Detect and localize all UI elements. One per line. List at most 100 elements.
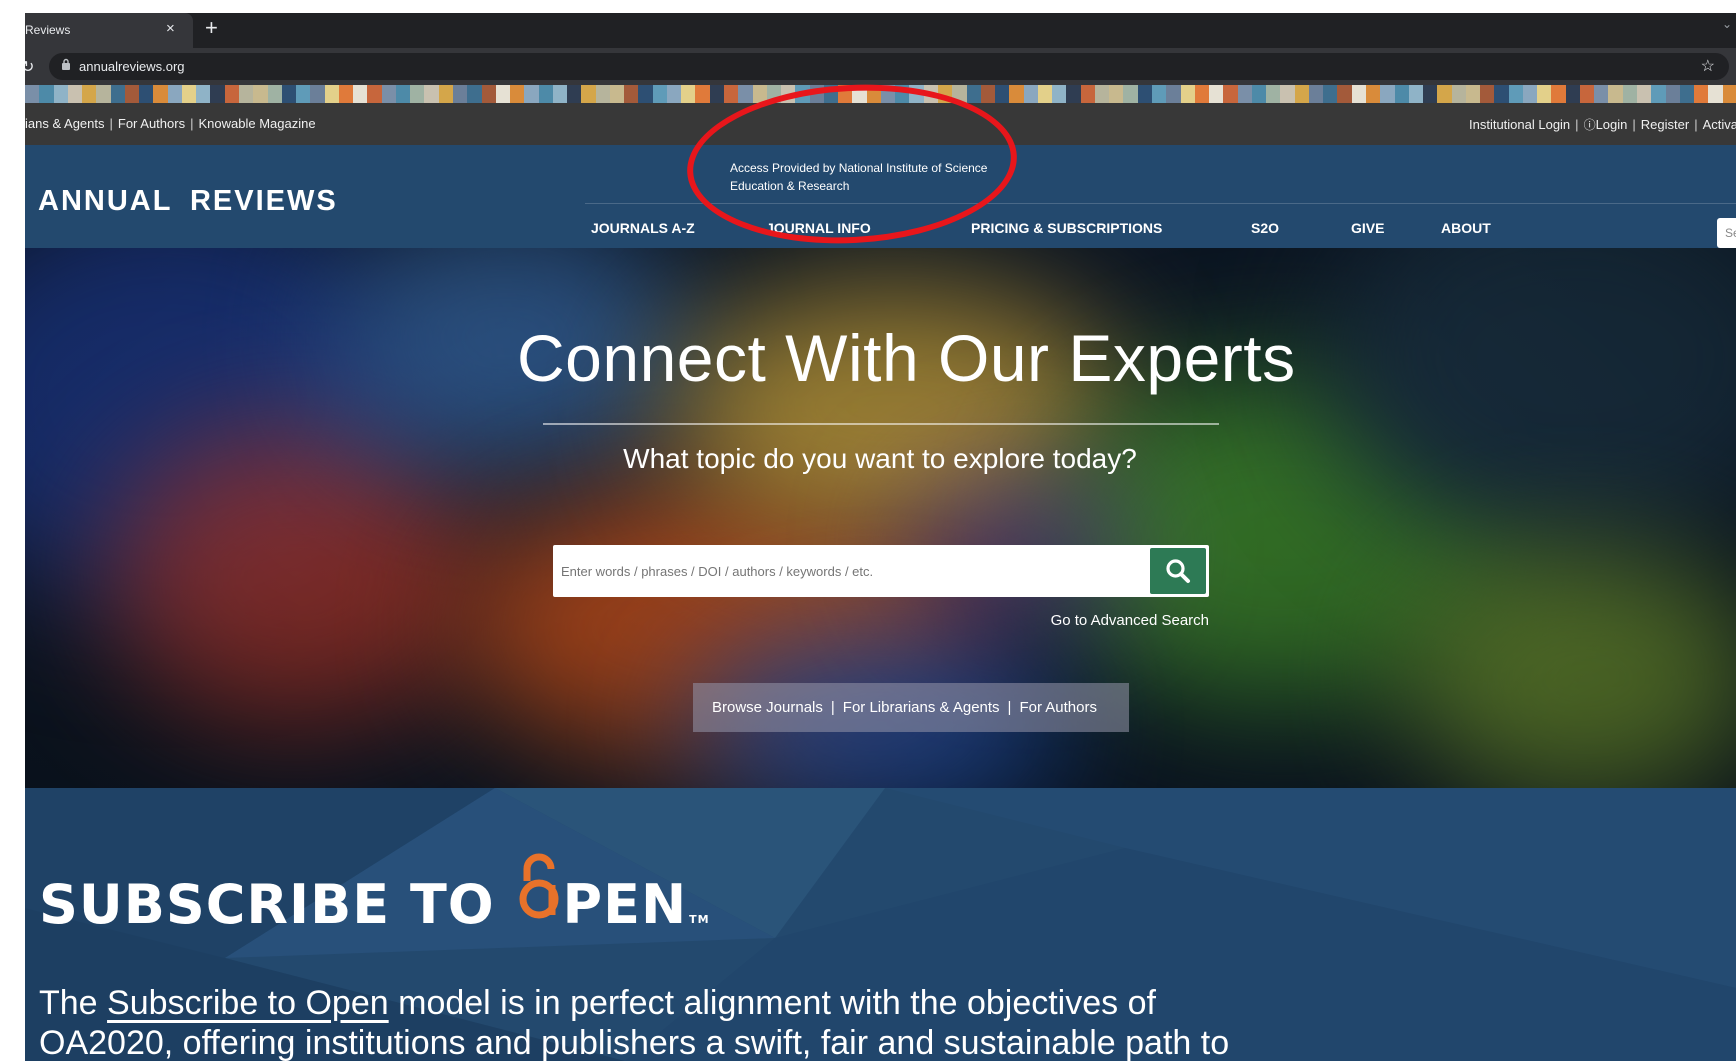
stripe-block <box>1166 85 1181 103</box>
stripe-block <box>1594 85 1609 103</box>
stripe-block <box>1023 85 1038 103</box>
nav-journals-a-z[interactable]: JOURNALS A-Z <box>591 220 695 236</box>
stripe-block <box>1451 85 1466 103</box>
stripe-block <box>1037 85 1053 103</box>
s2o-description: The Subscribe to Open model is in perfec… <box>39 983 1299 1061</box>
stripe-block <box>595 85 610 103</box>
hero-search-input[interactable] <box>561 553 1151 589</box>
stripe-block <box>510 85 525 103</box>
tab-close-icon[interactable]: × <box>166 20 175 37</box>
stripe-block <box>709 85 725 103</box>
reload-icon[interactable]: ↻ <box>25 57 34 77</box>
stripe-block <box>1665 85 1680 103</box>
hero-title-rule <box>543 423 1219 425</box>
stripe-block <box>1337 85 1352 103</box>
stripe-block <box>395 85 411 103</box>
nav-give[interactable]: GIVE <box>1351 220 1384 236</box>
hero-search-button[interactable] <box>1150 548 1206 594</box>
stripe-block <box>224 85 239 103</box>
annual-reviews-logo[interactable]: ANNUAL REVIEWS <box>38 185 338 218</box>
util-link-knowable[interactable]: Knowable Magazine <box>198 116 315 131</box>
register-link[interactable]: Register <box>1641 117 1689 132</box>
s2o-logo-text-left: SUBSCRIBE TO <box>39 873 495 936</box>
nav-pricing-subscriptions[interactable]: PRICING & SUBSCRIPTIONS <box>971 220 1162 236</box>
stripe-block <box>1637 85 1652 103</box>
login-link[interactable]: Login <box>1596 117 1628 132</box>
hero-banner: Connect With Our Experts What topic do y… <box>25 248 1736 788</box>
stripe-block <box>995 85 1010 103</box>
hero-title: Connect With Our Experts <box>517 321 1296 395</box>
address-bar[interactable]: annualreviews.org ☆ <box>49 53 1729 80</box>
institutional-login-link[interactable]: Institutional Login <box>1469 117 1570 132</box>
nav-s2o[interactable]: S2O <box>1251 220 1279 236</box>
stripe-block <box>980 85 996 103</box>
stripe-block <box>467 85 482 103</box>
stripe-block <box>53 85 68 103</box>
stripe-block <box>552 85 568 103</box>
stripe-block <box>638 85 653 103</box>
stripe-block <box>1109 85 1124 103</box>
stripe-block <box>210 85 225 103</box>
librarians-agents-link[interactable]: For Librarians & Agents <box>843 699 1000 716</box>
stripe-block <box>1009 85 1024 103</box>
nav-about[interactable]: ABOUT <box>1441 220 1491 236</box>
util-link-authors[interactable]: For Authors <box>118 116 185 131</box>
stripe-block <box>381 85 396 103</box>
stripe-block <box>181 85 197 103</box>
star-icon[interactable]: ☆ <box>1701 56 1715 76</box>
utility-links-right: Institutional Login | ⓘLogin | Register | Acti… <box>1469 116 1736 133</box>
search-icon <box>1166 559 1190 583</box>
stripe-block <box>1708 85 1723 103</box>
site-search-placeholder: Se <box>1725 226 1736 240</box>
stripe-block <box>666 85 682 103</box>
stripe-block <box>1308 85 1324 103</box>
new-tab-icon[interactable]: + <box>205 17 218 39</box>
site-search-input[interactable]: Se <box>1717 218 1736 248</box>
stripe-block <box>281 85 297 103</box>
stripe-block <box>1508 85 1523 103</box>
subscribe-to-open-link[interactable]: Subscribe to Open <box>107 984 389 1022</box>
stripe-block <box>324 85 339 103</box>
s2o-text-pre: The <box>39 984 108 1022</box>
util-link-librarians[interactable]: ians & Agents <box>25 116 105 131</box>
stripe-block <box>67 85 83 103</box>
stripe-block <box>353 85 368 103</box>
subscribe-to-open-logo[interactable]: SUBSCRIBE TO PEN TM <box>39 853 710 936</box>
activate-link[interactable]: Activa <box>1703 117 1736 132</box>
stripe-block <box>1052 85 1067 103</box>
stripe-block <box>1194 85 1210 103</box>
stripe-block <box>1137 85 1152 103</box>
stripe-block <box>581 85 596 103</box>
stripe-block <box>1080 85 1095 103</box>
lock-icon[interactable] <box>61 58 71 73</box>
url-text[interactable]: annualreviews.org <box>79 59 185 74</box>
advanced-search-link[interactable]: Go to Advanced Search <box>985 612 1209 629</box>
tab-search-chevron-icon[interactable]: ⌄ <box>1722 17 1732 31</box>
stripe-block <box>1423 85 1438 103</box>
separator: | <box>1694 117 1698 132</box>
stripe-block <box>1123 85 1138 103</box>
stripe-block <box>1437 85 1452 103</box>
stripe-block <box>609 85 625 103</box>
stripe-block <box>310 85 325 103</box>
stripe-block <box>338 85 354 103</box>
browser-tab[interactable]: Reviews × <box>25 13 193 48</box>
stripe-block <box>1494 85 1509 103</box>
stripe-block <box>1251 85 1267 103</box>
stripe-block <box>1465 85 1481 103</box>
stripe-block <box>1522 85 1538 103</box>
for-authors-link[interactable]: For Authors <box>1019 699 1097 716</box>
stripe-block <box>681 85 696 103</box>
open-access-lock-icon <box>515 853 563 927</box>
stripe-block <box>1565 85 1580 103</box>
separator: | <box>1007 699 1012 716</box>
stripe-block <box>495 85 511 103</box>
stripe-block <box>367 85 382 103</box>
stripe-block <box>25 85 40 103</box>
utility-links-left: ians & Agents | For Authors | Knowable Magaz… <box>25 116 316 131</box>
stripe-block <box>1266 85 1281 103</box>
stripe-block <box>1209 85 1224 103</box>
separator: | <box>109 116 113 131</box>
stripe-block <box>1651 85 1666 103</box>
browse-journals-link[interactable]: Browse Journals <box>712 699 823 716</box>
